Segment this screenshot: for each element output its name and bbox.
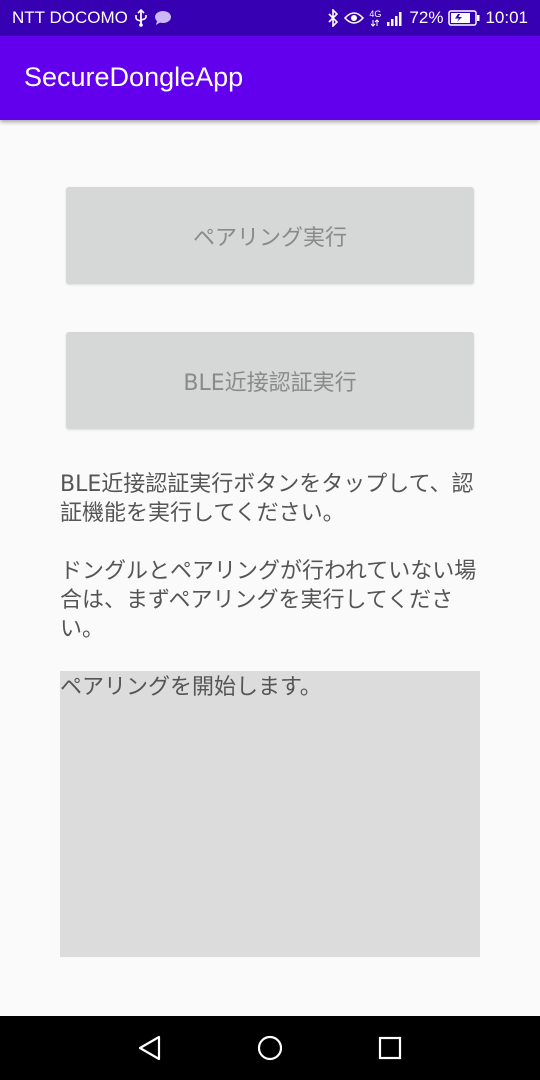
signal-icon: [386, 9, 404, 27]
app-bar: SecureDongleApp: [0, 36, 540, 120]
log-text: ペアリングを開始します。: [60, 675, 322, 700]
network-4g-icon: 4G: [369, 8, 382, 27]
recent-apps-icon[interactable]: [372, 1030, 408, 1066]
navigation-bar: [0, 1016, 540, 1080]
status-bar-right: 4G 72% 10:01: [327, 8, 528, 28]
clock: 10:01: [485, 8, 528, 27]
eye-icon: [344, 11, 365, 25]
bluetooth-icon: [327, 9, 339, 27]
pairing-button-label: ペアリング実行: [192, 225, 347, 251]
chat-bubble-icon: [154, 10, 172, 26]
status-bar-left: NTT DOCOMO: [12, 8, 172, 28]
carrier-name: NTT DOCOMO: [12, 8, 128, 27]
back-icon[interactable]: [132, 1030, 168, 1066]
instructions-paragraph-1: BLE近接認証実行ボタンをタップして、認証機能を実行してください。: [60, 472, 474, 526]
battery-percent: 72%: [409, 8, 444, 27]
network-label: 4G: [369, 8, 382, 19]
ble-auth-button[interactable]: BLE近接認証実行: [66, 332, 474, 429]
home-icon[interactable]: [252, 1030, 288, 1066]
usb-icon: [134, 9, 148, 27]
status-bar: NTT DOCOMO 4G 72% 10:01: [0, 0, 540, 36]
log-output: ペアリングを開始します。: [60, 671, 480, 957]
app-title: SecureDongleApp: [24, 62, 244, 92]
ble-auth-button-label: BLE近接認証実行: [183, 370, 357, 396]
instructions-paragraph-2: ドングルとペアリングが行われていない場合は、まずペアリングを実行してください。: [60, 559, 477, 642]
pairing-button[interactable]: ペアリング実行: [66, 187, 474, 284]
battery-icon: [448, 10, 480, 26]
instructions-text: BLE近接認証実行ボタンをタップして、認証機能を実行してください。 ドングルとペ…: [60, 470, 480, 644]
